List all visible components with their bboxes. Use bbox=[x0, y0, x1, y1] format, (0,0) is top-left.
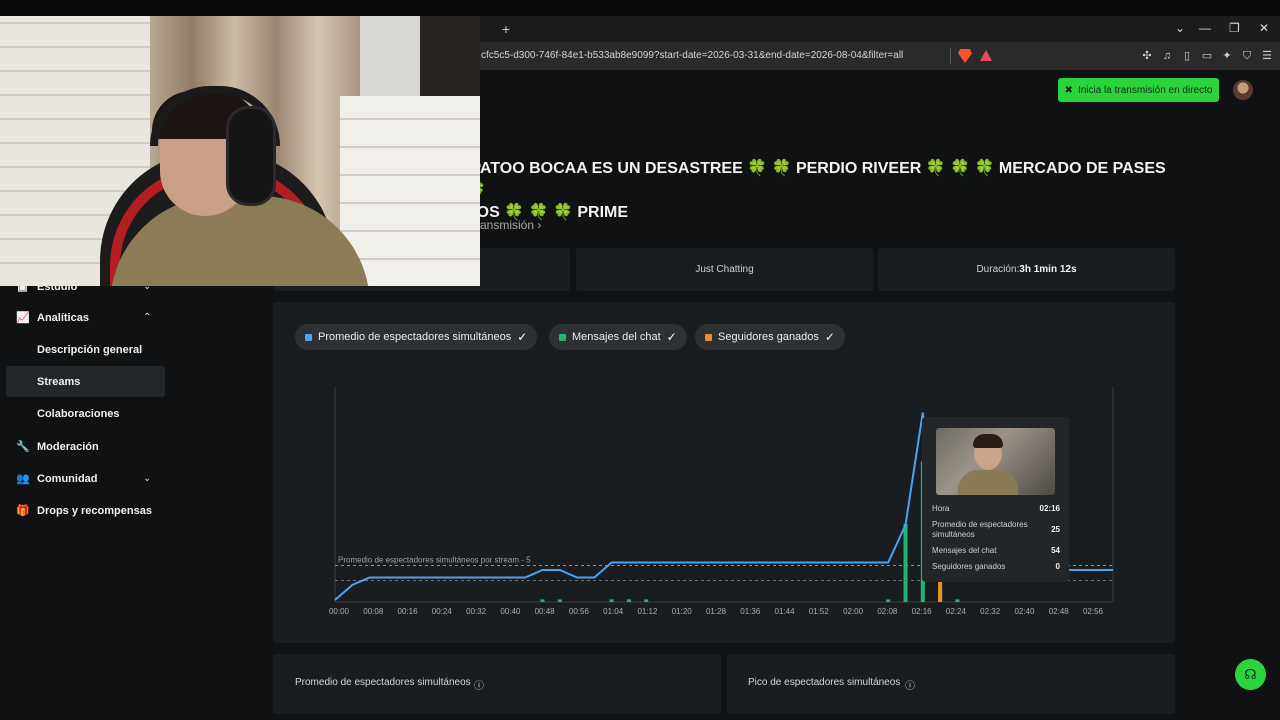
go-live-button[interactable]: ✖ Inicia la transmisión en directo bbox=[1058, 78, 1219, 102]
chevron-up-icon[interactable]: ⌃ bbox=[143, 312, 151, 323]
user-avatar[interactable] bbox=[1233, 80, 1253, 100]
stream-title: IPATOO BOCAA ES UN DESASTREE 🍀 🍀 PERDIO … bbox=[466, 160, 1166, 221]
webcam-overlay bbox=[0, 16, 480, 286]
tab-list-chevron-icon[interactable]: ⌄ bbox=[1175, 21, 1185, 35]
legend-avg-viewers-toggle[interactable]: Promedio de espectadores simultáneos ✓ bbox=[295, 324, 538, 350]
sidebar-item-comunidad[interactable]: 👥 Comunidad bbox=[16, 472, 98, 486]
music-icon[interactable]: ♫ bbox=[1160, 49, 1174, 63]
tooltip-chat-value: 54 bbox=[1051, 546, 1060, 555]
sidebar-item-colaboraciones[interactable]: Colaboraciones bbox=[37, 408, 120, 420]
info-icon[interactable]: ⓘ bbox=[905, 677, 915, 692]
stream-thumbnail bbox=[936, 428, 1055, 495]
broadcast-icon: ✖ bbox=[1064, 84, 1073, 96]
tooltip-hour-label: Hora bbox=[932, 504, 950, 513]
sidebar-item-moderacion[interactable]: 🔧 Moderación bbox=[16, 440, 99, 454]
info-icon[interactable]: ⓘ bbox=[474, 677, 484, 692]
ai-sparkle-icon[interactable]: ✦ bbox=[1220, 49, 1234, 63]
peak-viewers-stat-label: Pico de espectadores simultáneos bbox=[748, 677, 901, 688]
minimize-button[interactable]: — bbox=[1199, 21, 1211, 35]
brave-rewards-icon[interactable] bbox=[980, 50, 992, 61]
chevron-down-icon[interactable]: ⌄ bbox=[143, 473, 151, 484]
sidebar-item-descripcion-general[interactable]: Descripción general bbox=[37, 344, 142, 356]
tooltip-hour-value: 02:16 bbox=[1039, 504, 1060, 513]
sidebar-item-analiticas[interactable]: 📈 Analíticas bbox=[16, 311, 89, 325]
check-icon: ✓ bbox=[824, 330, 835, 344]
tooltip-chat-label: Mensajes del chat bbox=[932, 546, 997, 555]
tooltip-followers-label: Seguidores ganados bbox=[932, 562, 1006, 571]
view-stream-link[interactable]: ansmisión › bbox=[480, 218, 541, 232]
drops-icon: 🎁 bbox=[16, 505, 30, 517]
puzzle-extension-icon[interactable]: ✣ bbox=[1140, 49, 1154, 63]
new-tab-button[interactable]: + bbox=[498, 21, 514, 37]
sidebar-icon[interactable]: ▯ bbox=[1180, 49, 1194, 63]
os-topbar bbox=[0, 0, 1280, 16]
stream-duration-card: Duración: 3h 1min 12s bbox=[878, 248, 1175, 291]
tooltip-viewers-label: Promedio de espectadores simultáneos bbox=[932, 520, 1028, 539]
vpn-shield-icon[interactable]: ⛉ bbox=[1240, 49, 1254, 63]
tooltip-viewers-value: 25 bbox=[1051, 525, 1060, 534]
wrench-icon: 🔧 bbox=[16, 441, 30, 453]
help-chat-button[interactable]: ☊ bbox=[1235, 659, 1266, 690]
check-icon: ✓ bbox=[517, 330, 528, 344]
sidebar-active-highlight bbox=[6, 366, 165, 397]
close-window-button[interactable]: ✕ bbox=[1259, 21, 1269, 35]
sidebar-item-drops[interactable]: 🎁 Drops y recompensas bbox=[16, 504, 152, 518]
analytics-icon: 📈 bbox=[16, 312, 30, 324]
headset-help-icon: ☊ bbox=[1244, 666, 1257, 682]
tooltip-followers-value: 0 bbox=[1055, 562, 1060, 571]
maximize-button[interactable]: ❐ bbox=[1229, 21, 1240, 35]
avg-viewers-stat-label: Promedio de espectadores simultáneos bbox=[295, 677, 471, 688]
menu-icon[interactable]: ☰ bbox=[1260, 49, 1274, 63]
url-text[interactable]: cfc5c5-d300-746f-84e1-b533ab8e9099?start… bbox=[481, 50, 903, 61]
address-separator bbox=[950, 48, 951, 64]
browser-tabbar bbox=[480, 16, 1280, 42]
sidebar-item-streams[interactable]: Streams bbox=[37, 376, 80, 388]
wallet-icon[interactable]: ▭ bbox=[1200, 49, 1214, 63]
check-icon: ✓ bbox=[666, 330, 677, 344]
stream-category-card: Just Chatting bbox=[576, 248, 873, 291]
community-icon: 👥 bbox=[16, 473, 30, 485]
legend-swatch bbox=[559, 333, 566, 341]
legend-chat-messages-toggle[interactable]: Mensajes del chat ✓ bbox=[549, 324, 687, 350]
legend-swatch bbox=[305, 333, 312, 341]
legend-followers-toggle[interactable]: Seguidores ganados ✓ bbox=[695, 324, 845, 350]
legend-swatch bbox=[705, 333, 712, 341]
